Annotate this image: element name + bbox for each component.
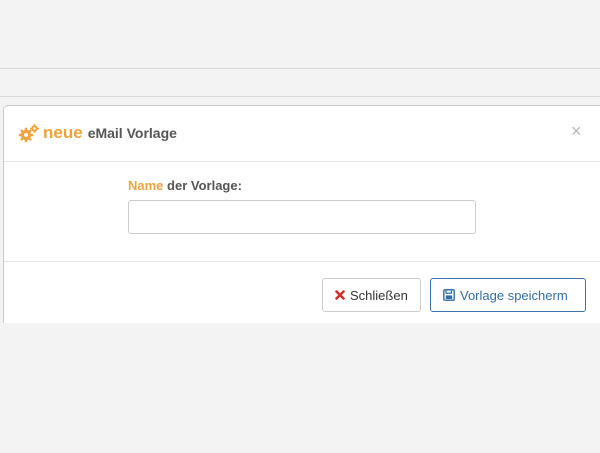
close-button-label: Schließen bbox=[350, 287, 408, 303]
title-text: eMail Vorlage bbox=[87, 125, 177, 141]
new-email-template-modal: neue eMail Vorlage × Name der Vorlage: S… bbox=[3, 105, 600, 323]
name-label-text: der Vorlage: bbox=[163, 178, 242, 193]
background-divider-bottom bbox=[0, 96, 600, 97]
modal-title: neue eMail Vorlage bbox=[18, 122, 177, 144]
close-button[interactable]: Schließen bbox=[322, 278, 421, 312]
modal-footer: Schließen Vorlage speicherm bbox=[4, 261, 600, 324]
save-template-button[interactable]: Vorlage speicherm bbox=[430, 278, 586, 312]
background-divider-top bbox=[0, 68, 600, 69]
floppy-disk-icon bbox=[443, 289, 455, 301]
name-label-highlight: Name bbox=[128, 178, 164, 193]
title-highlight: neue bbox=[43, 123, 83, 142]
save-button-label: Vorlage speicherm bbox=[460, 287, 568, 303]
template-name-input[interactable] bbox=[128, 200, 476, 234]
close-icon[interactable]: × bbox=[571, 120, 582, 142]
name-field-label: Name der Vorlage: bbox=[128, 178, 242, 193]
times-icon bbox=[335, 290, 345, 300]
modal-header: neue eMail Vorlage × bbox=[4, 106, 600, 162]
cogs-icon bbox=[18, 124, 39, 143]
